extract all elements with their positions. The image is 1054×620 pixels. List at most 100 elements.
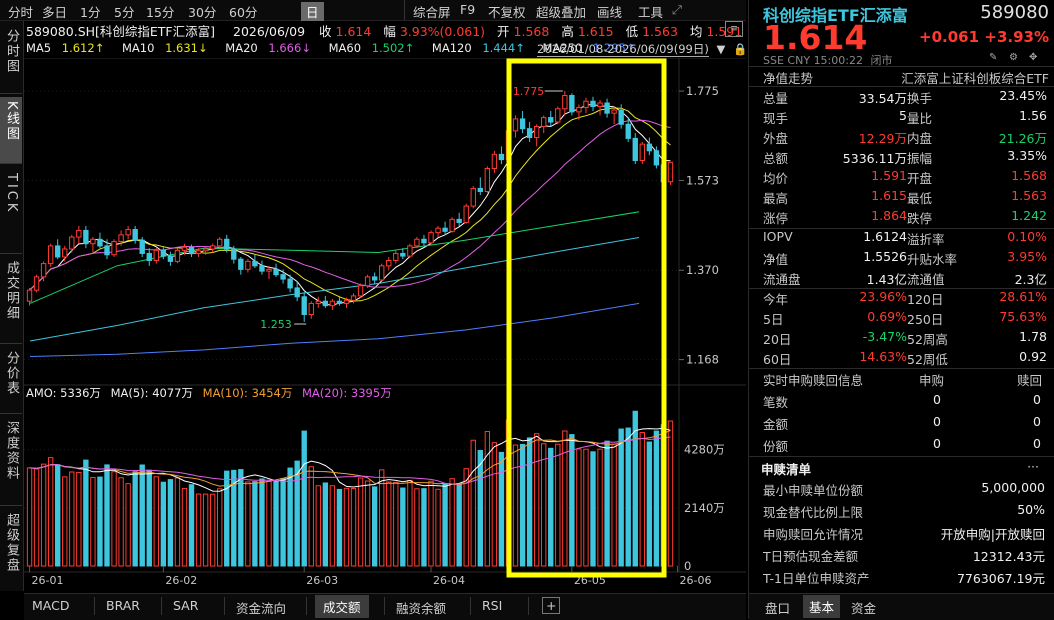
stat-label: 外盘 <box>763 131 789 146</box>
stat-value: 23.45% <box>999 88 1047 103</box>
candle-body <box>421 238 427 244</box>
tf-multiday[interactable]: 多日 <box>42 2 67 21</box>
list-value: 7763067.19元 <box>956 571 1045 586</box>
tab-rsi[interactable]: RSI <box>482 598 502 613</box>
volume-bar <box>548 447 554 567</box>
candle-body <box>111 240 117 256</box>
stat-value: 1.568 <box>1011 168 1047 183</box>
kline-chart[interactable]: 1.775 1.573 1.370 1.168 1.775 1.253 4280万 2140万… <box>24 58 746 592</box>
volume-bar <box>562 430 568 567</box>
dropdown-icon: ▼ <box>716 42 726 56</box>
f9-button[interactable]: F9 <box>460 2 475 17</box>
stat-label: 涨停 <box>763 211 789 226</box>
tab-kline-chart[interactable]: K线图 <box>0 97 22 163</box>
edit-icon[interactable]: ✎ <box>989 52 997 63</box>
subscription-a: 0 <box>933 414 941 429</box>
candle-body <box>371 276 378 281</box>
stat-value: 5 <box>899 108 907 123</box>
high-marker: 1.775 <box>513 85 545 98</box>
tf-5min[interactable]: 5分 <box>114 2 134 21</box>
ma20-value: 1.666↓ <box>268 41 311 55</box>
add-indicator-button[interactable]: + <box>542 597 561 614</box>
more-button[interactable]: ··· <box>1027 459 1039 474</box>
tf-30min[interactable]: 30分 <box>188 2 216 21</box>
volume-bar <box>294 460 300 567</box>
candle-body <box>301 296 307 315</box>
list-label: 申购赎回允许情况 <box>763 527 864 542</box>
tf-15min[interactable]: 15分 <box>146 2 174 21</box>
candle-body <box>238 258 244 270</box>
composite-screen-button[interactable]: 综合屏 <box>413 2 451 21</box>
tab-trade-detail[interactable]: 成交明细 <box>0 259 22 341</box>
subscription-a: 0 <box>933 436 941 451</box>
super-overlay-button[interactable]: 超级叠加 <box>536 2 586 21</box>
tab-fund-flow[interactable]: 资金流向 <box>236 598 286 617</box>
stat-label: 换手 <box>907 91 933 106</box>
expand-icon[interactable]: ⤢ <box>672 2 682 18</box>
menu-icon[interactable]: ≡ <box>725 21 743 37</box>
stat-value: 1.563 <box>1011 188 1047 203</box>
tools-button[interactable]: 工具 <box>638 2 663 21</box>
tab-macd[interactable]: MACD <box>32 598 69 613</box>
tab-turnover[interactable]: 成交额 <box>315 595 369 618</box>
volume-bar <box>181 487 188 567</box>
stat-label: 开盘 <box>907 171 933 186</box>
volume-bar <box>118 477 124 567</box>
settings-icon[interactable]: ⚙ <box>1009 52 1018 63</box>
tab-depth-info[interactable]: 深度资料 <box>0 419 22 503</box>
candle-body <box>414 238 420 247</box>
subscription-label: 金额 <box>763 417 789 432</box>
stat-label: 量比 <box>907 111 933 126</box>
tab-price-table[interactable]: 分价表 <box>0 349 22 413</box>
stat-value: 1.5526 <box>863 249 907 264</box>
panel-tabs: 盘口 基本 资金 <box>749 593 1054 620</box>
tab-basic[interactable]: 基本 <box>803 595 841 618</box>
tab-funds[interactable]: 资金 <box>851 598 876 617</box>
quote-high: 1.615 <box>577 24 614 39</box>
date-range[interactable]: 2026/01/08-2026/06/09(99日) ▼ 🔒 <box>537 41 747 57</box>
tracking-index: 汇添富上证科创板综合ETF <box>901 71 1049 86</box>
ma20-line <box>29 119 671 291</box>
candle-body <box>357 285 364 297</box>
tf-day[interactable]: 日 <box>301 2 324 21</box>
tf-60min[interactable]: 60分 <box>229 2 257 21</box>
stat-value: 5336.11万 <box>842 151 907 166</box>
volume-bar <box>667 420 674 567</box>
tab-sar[interactable]: SAR <box>173 598 198 613</box>
stat-value: 3.95% <box>1007 249 1047 264</box>
volume-bar <box>442 483 448 567</box>
candle-body <box>33 276 40 291</box>
stat-value: 3.35% <box>1007 148 1047 163</box>
candle-body <box>407 245 413 257</box>
candle-body <box>393 252 399 262</box>
no-adjust-button[interactable]: 不复权 <box>488 2 526 21</box>
candle-body <box>611 109 617 114</box>
candle-body <box>618 109 624 125</box>
candle-body <box>26 289 33 302</box>
stat-value: 14.63% <box>859 349 907 364</box>
tab-margin-balance[interactable]: 融资余额 <box>396 598 446 617</box>
ma120-value: 1.444↑ <box>482 41 525 55</box>
candle-body <box>526 128 533 139</box>
stat-label: 总量 <box>763 91 789 106</box>
list-label: T-1日单位申赎资产 <box>763 571 870 586</box>
draw-line-button[interactable]: 画线 <box>597 2 622 21</box>
volume-bar <box>259 478 265 567</box>
nav-trend-link[interactable]: 净值走势 <box>763 68 813 87</box>
tf-intraday[interactable]: 分时 <box>8 2 33 21</box>
amo-legend: AMO: 5336万 MA(5): 4077万 MA(10): 3454万 MA… <box>26 385 398 401</box>
pin-icon[interactable]: ✥ <box>1029 52 1037 63</box>
tab-order-book[interactable]: 盘口 <box>765 598 790 617</box>
candle-body <box>667 161 674 183</box>
tab-tick[interactable]: TICK <box>0 169 22 253</box>
volume-bar <box>632 410 638 567</box>
volume-bar <box>40 463 47 567</box>
tab-intraday-chart[interactable]: 分时图 <box>0 25 22 89</box>
tab-brar[interactable]: BRAR <box>106 598 140 613</box>
tf-1min[interactable]: 1分 <box>80 2 100 21</box>
volume-axis-label: 0 <box>684 559 691 573</box>
stat-value: 1.43亿 <box>866 272 907 287</box>
volume-bar <box>491 442 498 567</box>
tab-super-replay[interactable]: 超级复盘 <box>0 511 22 593</box>
amo-ma5: MA(5): 4077万 <box>110 386 193 400</box>
